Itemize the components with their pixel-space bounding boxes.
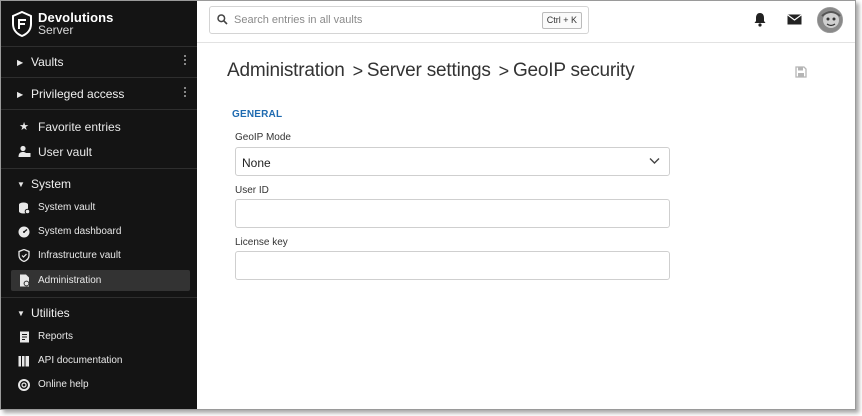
sidebar-item-reports[interactable]: Reports (11, 326, 190, 347)
help-icon (17, 378, 31, 392)
sidebar-item-system-dashboard[interactable]: System dashboard (11, 221, 190, 242)
kebab-menu-icon[interactable] (184, 87, 187, 99)
breadcrumb-item-server-settings[interactable]: Server settings (367, 60, 491, 82)
sidebar-item-favorite-entries[interactable]: ★ Favorite entries (11, 116, 190, 137)
breadcrumb: Administration > Server settings > GeoIP… (227, 60, 635, 82)
sidebar-item-label: Reports (38, 331, 74, 342)
star-icon: ★ (19, 121, 29, 133)
sidebar-group-system[interactable]: ▼ System (1, 173, 197, 195)
reports-icon (17, 330, 31, 344)
caret-right-icon: ▶ (17, 89, 24, 99)
notifications-bell-icon[interactable] (753, 12, 767, 27)
sidebar-group-privileged-access[interactable]: ▶ Privileged access (1, 83, 197, 105)
search-icon (217, 14, 228, 25)
sidebar-item-infrastructure-vault[interactable]: Infrastructure vault (11, 245, 190, 266)
chevron-right-icon: > (352, 60, 364, 81)
logo[interactable]: Devolutions Server (11, 9, 114, 39)
system-vault-icon (17, 201, 31, 215)
save-icon[interactable] (795, 66, 807, 78)
sidebar-item-label: Online help (38, 379, 89, 390)
sidebar-item-administration[interactable]: Administration (11, 270, 190, 291)
section-title-general: GENERAL (232, 109, 283, 120)
sidebar-item-label: User vault (38, 144, 93, 159)
sidebar-group-utilities[interactable]: ▼ Utilities (1, 302, 197, 324)
search-box[interactable]: Ctrl + K (209, 6, 589, 34)
topbar: Ctrl + K (197, 1, 855, 43)
breadcrumb-item-administration[interactable]: Administration (227, 60, 345, 82)
sidebar-item-label: Favorite entries (38, 119, 121, 134)
kebab-menu-icon[interactable] (184, 55, 187, 67)
geoip-mode-value: None (242, 156, 271, 170)
product-name: Server (38, 23, 74, 37)
messages-mail-icon[interactable] (787, 14, 802, 25)
user-vault-icon (17, 145, 31, 159)
sidebar-group-label: Utilities (31, 306, 70, 320)
user-id-field[interactable] (235, 199, 670, 228)
sidebar-item-online-help[interactable]: Online help (11, 374, 190, 395)
chevron-right-icon: > (498, 60, 510, 81)
divider (1, 46, 197, 47)
sidebar-item-api-documentation[interactable]: API documentation (11, 350, 190, 371)
sidebar-item-label: API documentation (38, 355, 123, 366)
divider (1, 297, 197, 298)
sidebar-group-vaults[interactable]: ▶ Vaults (1, 51, 197, 73)
sidebar-group-label: System (31, 177, 72, 191)
divider (1, 168, 197, 169)
api-icon (17, 354, 31, 368)
sidebar-item-label: Administration (38, 275, 102, 286)
search-input[interactable] (234, 11, 534, 29)
license-key-label: License key (235, 237, 288, 248)
administration-icon (17, 274, 31, 288)
sidebar-group-label: Vaults (31, 55, 64, 69)
chevron-down-icon (649, 158, 660, 164)
caret-down-icon: ▼ (17, 308, 25, 318)
license-key-field[interactable] (235, 251, 670, 280)
devolutions-logo-icon (12, 11, 32, 37)
divider (1, 109, 197, 110)
sidebar-item-label: Infrastructure vault (38, 250, 121, 261)
app-window: Devolutions Server ▶ Vaults ▶ Privileged… (0, 0, 856, 410)
sidebar-item-label: System dashboard (38, 226, 122, 237)
caret-right-icon: ▶ (17, 57, 24, 67)
user-id-label: User ID (235, 185, 269, 196)
sidebar-item-user-vault[interactable]: User vault (11, 141, 190, 162)
sidebar-item-system-vault[interactable]: System vault (11, 197, 190, 218)
user-avatar[interactable] (817, 7, 843, 33)
sidebar: Devolutions Server ▶ Vaults ▶ Privileged… (1, 1, 197, 409)
divider (1, 77, 197, 78)
geoip-mode-select[interactable]: None (235, 147, 670, 176)
breadcrumb-item-geoip-security: GeoIP security (512, 60, 635, 81)
geoip-mode-label: GeoIP Mode (235, 132, 291, 143)
infrastructure-icon (17, 249, 31, 263)
sidebar-group-label: Privileged access (31, 87, 125, 101)
sidebar-item-label: System vault (38, 202, 96, 213)
avatar-image-icon (818, 8, 842, 32)
caret-down-icon: ▼ (17, 179, 25, 189)
main-content: Administration > Server settings > GeoIP… (197, 44, 855, 409)
keyboard-shortcut-badge: Ctrl + K (541, 12, 582, 29)
dashboard-icon (17, 225, 31, 239)
